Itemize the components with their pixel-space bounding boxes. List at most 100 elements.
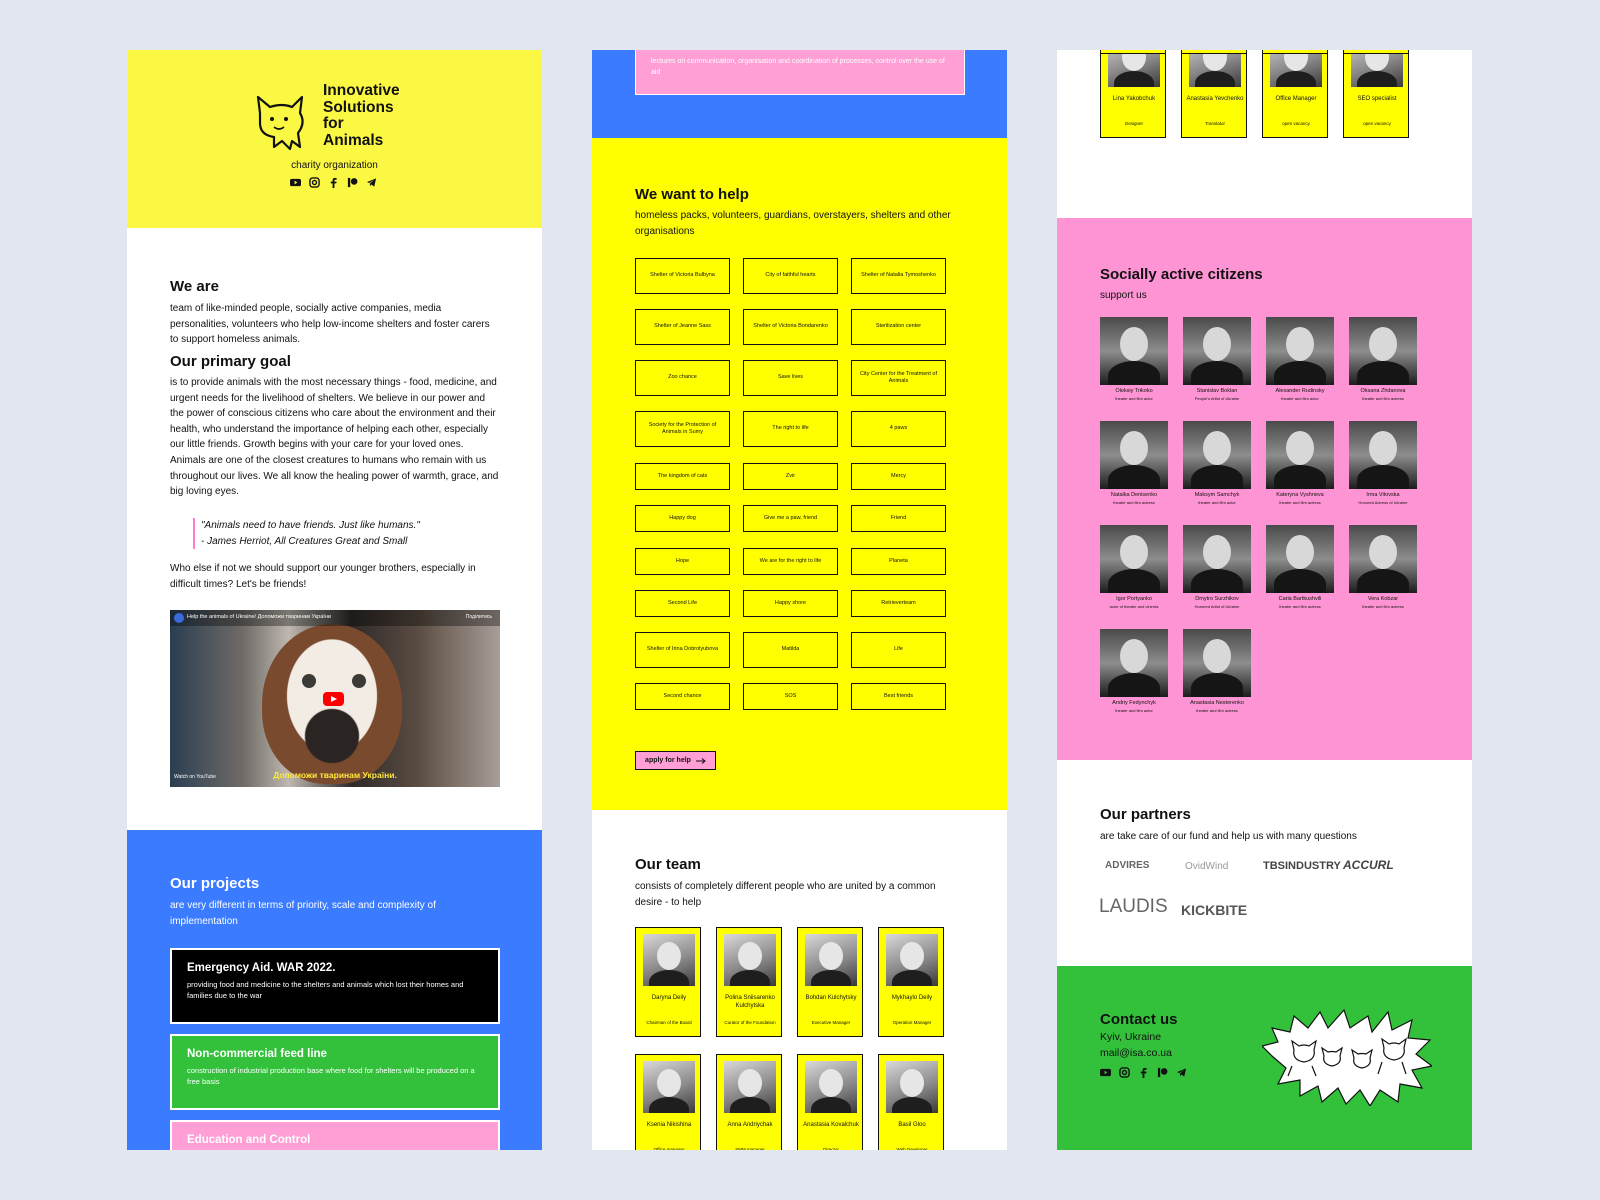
- organisation-button[interactable]: Give me a paw, friend: [743, 505, 838, 532]
- team-member-card[interactable]: Anastasia Kovalchuk Director: [797, 1054, 863, 1150]
- organisation-button[interactable]: Planeta: [851, 548, 946, 575]
- avatar: [1100, 525, 1168, 593]
- instagram-icon[interactable]: [1119, 1067, 1130, 1078]
- organisation-button[interactable]: Mercy: [851, 463, 946, 490]
- organisation-button[interactable]: 4 paws: [851, 411, 946, 447]
- team-member-name: Daryna Deily: [651, 995, 687, 1001]
- project-card-education-desc[interactable]: lectures on communication, organisation …: [635, 50, 965, 95]
- team-member-card[interactable]: Basil Gloo Web Developer: [878, 1054, 944, 1150]
- citizen-name: Andriy Fedynchyk: [1112, 700, 1156, 706]
- organisation-button[interactable]: Happy dog: [635, 505, 730, 532]
- team-member-role: Designer: [1124, 121, 1143, 126]
- header-section: Innovative Solutions for Animals charity…: [127, 50, 542, 228]
- organisation-button[interactable]: Hope: [635, 548, 730, 575]
- organisation-button[interactable]: Zvir: [743, 463, 838, 490]
- team-member-card[interactable]: Ksenia Nikishina Office manager: [635, 1054, 701, 1150]
- citizen-role: theater and film actress: [1196, 708, 1238, 713]
- organisation-button[interactable]: Second Life: [635, 590, 730, 617]
- organisation-button[interactable]: The right to life: [743, 411, 838, 447]
- team-member-card[interactable]: Anna Andriychak SMM manager: [716, 1054, 782, 1150]
- telegram-icon[interactable]: [366, 177, 377, 188]
- organisation-button[interactable]: Retrieverteam: [851, 590, 946, 617]
- team-member-card[interactable]: Bohdan Kulchytsky Executive Manager: [797, 927, 863, 1037]
- patreon-icon[interactable]: [1157, 1067, 1168, 1078]
- organisation-button[interactable]: We are for the right to life: [743, 548, 838, 575]
- team-member-name: Basil Gloo: [898, 1122, 926, 1128]
- organisation-button[interactable]: SOS: [743, 683, 838, 710]
- partner-logo-kickbite[interactable]: KICKBITE: [1181, 902, 1247, 918]
- organisation-button[interactable]: Shelter of Victoria Bondarenko: [743, 309, 838, 345]
- organisation-button[interactable]: Second chance: [635, 683, 730, 710]
- avatar: [1183, 421, 1251, 489]
- team-subtitle: consists of completely different people …: [635, 881, 936, 908]
- telegram-icon[interactable]: [1176, 1067, 1187, 1078]
- organisation-button[interactable]: Shelter of Irina Dobrolyubova: [635, 632, 730, 668]
- team-member-card[interactable]: Lina Yakobchuk Designer: [1100, 50, 1166, 138]
- citizen-role: Honored Actress of Ukraine: [1358, 500, 1408, 505]
- organisation-button[interactable]: Shelter of Jeanne Sass: [635, 309, 730, 345]
- organisation-button[interactable]: Save lives: [743, 360, 838, 396]
- watch-on-youtube-link[interactable]: Watch on YouTube: [174, 774, 216, 780]
- team-member-card-edge: [1262, 50, 1328, 54]
- team-member-card[interactable]: Polina Sniisarenko Kulchytska Curator of …: [716, 927, 782, 1037]
- organisation-button[interactable]: Best friends: [851, 683, 946, 710]
- patreon-icon[interactable]: [347, 177, 358, 188]
- citizen-role: Honored Artist of Ukraine: [1194, 604, 1240, 609]
- avatar: [1183, 629, 1251, 697]
- organisation-button[interactable]: City Center for the Treatment of Animals: [851, 360, 946, 396]
- avatar: [1266, 525, 1334, 593]
- play-icon[interactable]: [323, 692, 344, 706]
- team-member-card[interactable]: SEO specialist open vacancy: [1343, 50, 1409, 138]
- organisation-button[interactable]: Matilda: [743, 632, 838, 668]
- partner-logo-ovidwind[interactable]: OvidWind: [1185, 861, 1228, 872]
- team-member-card[interactable]: Office Manager open vacancy: [1262, 50, 1328, 138]
- facebook-icon[interactable]: [1138, 1067, 1149, 1078]
- video-title[interactable]: Help the animals of Ukraine/ Допоможи тв…: [187, 614, 331, 620]
- help-section: We want to help homeless packs, voluntee…: [592, 138, 1007, 810]
- project-card-emergency[interactable]: Emergency Aid. WAR 2022. providing food …: [170, 948, 500, 1024]
- team-member-card-edge: [1343, 50, 1409, 54]
- youtube-icon[interactable]: [290, 177, 301, 188]
- arrow-right-icon: [695, 757, 706, 764]
- facebook-icon[interactable]: [328, 177, 339, 188]
- organisation-button[interactable]: Sterilization center: [851, 309, 946, 345]
- partner-logo-tbs[interactable]: TBSINDUSTRY: [1263, 860, 1341, 872]
- team-member-card[interactable]: Mykhaylo Deily Operation Manager: [878, 927, 944, 1037]
- video-subtitle: Допоможи тваринам України.: [273, 770, 397, 780]
- organisation-button[interactable]: City of faithful hearts: [743, 258, 838, 294]
- project-card-education[interactable]: Education and Control: [170, 1120, 500, 1150]
- video-title-bar: Help the animals of Ukraine/ Допоможи тв…: [170, 610, 500, 626]
- team-member-card[interactable]: Daryna Deily Chairman of the Board: [635, 927, 701, 1037]
- video-player[interactable]: Help the animals of Ukraine/ Допоможи тв…: [170, 610, 500, 787]
- channel-avatar-icon[interactable]: [174, 613, 184, 623]
- projects-section-continued: lectures on communication, organisation …: [592, 50, 1007, 138]
- organisation-button[interactable]: Society for the Protection of Animals in…: [635, 411, 730, 447]
- organisation-button[interactable]: Zoo chance: [635, 360, 730, 396]
- citizens-section: Socially active citizens support us Olek…: [1057, 218, 1472, 760]
- organisation-button[interactable]: The kingdom of cats: [635, 463, 730, 490]
- organisation-button[interactable]: Happy shore: [743, 590, 838, 617]
- partners-section: Our partners are take care of our fund a…: [1057, 760, 1472, 966]
- help-title: We want to help: [635, 186, 749, 203]
- share-button[interactable]: Поділитись: [466, 614, 492, 620]
- organisation-button[interactable]: Life: [851, 632, 946, 668]
- organisation-button[interactable]: Friend: [851, 505, 946, 532]
- project-card-feed-line[interactable]: Non-commercial feed line construction of…: [170, 1034, 500, 1110]
- partner-logo-accurl[interactable]: ACCURL: [1343, 858, 1394, 872]
- project-card-desc: construction of industrial production ba…: [187, 1066, 475, 1086]
- citizen-name: Anastasia Nesterenko: [1190, 700, 1244, 706]
- partner-logo-advires[interactable]: ADVIRES: [1105, 860, 1149, 871]
- avatar: [1189, 50, 1241, 87]
- logo[interactable]: Innovative Solutions for Animals: [252, 82, 422, 155]
- youtube-icon[interactable]: [1100, 1067, 1111, 1078]
- quote-text: "Animals need to have friends. Just like…: [201, 520, 420, 531]
- apply-for-help-button[interactable]: apply for help: [635, 751, 716, 770]
- citizen-role: theater and film actress: [1279, 604, 1321, 609]
- organisation-button[interactable]: Shelter of Natalia Tymoshenko: [851, 258, 946, 294]
- team-member-role: Chairman of the Board: [646, 1020, 692, 1025]
- instagram-icon[interactable]: [309, 177, 320, 188]
- project-card-desc: providing food and medicine to the shelt…: [187, 980, 464, 1000]
- organisation-button[interactable]: Shelter of Victoria Bulbyna: [635, 258, 730, 294]
- team-member-card[interactable]: Anastasia Yevchenko Translator: [1181, 50, 1247, 138]
- partner-logo-laudis[interactable]: LAUDIS: [1099, 896, 1168, 918]
